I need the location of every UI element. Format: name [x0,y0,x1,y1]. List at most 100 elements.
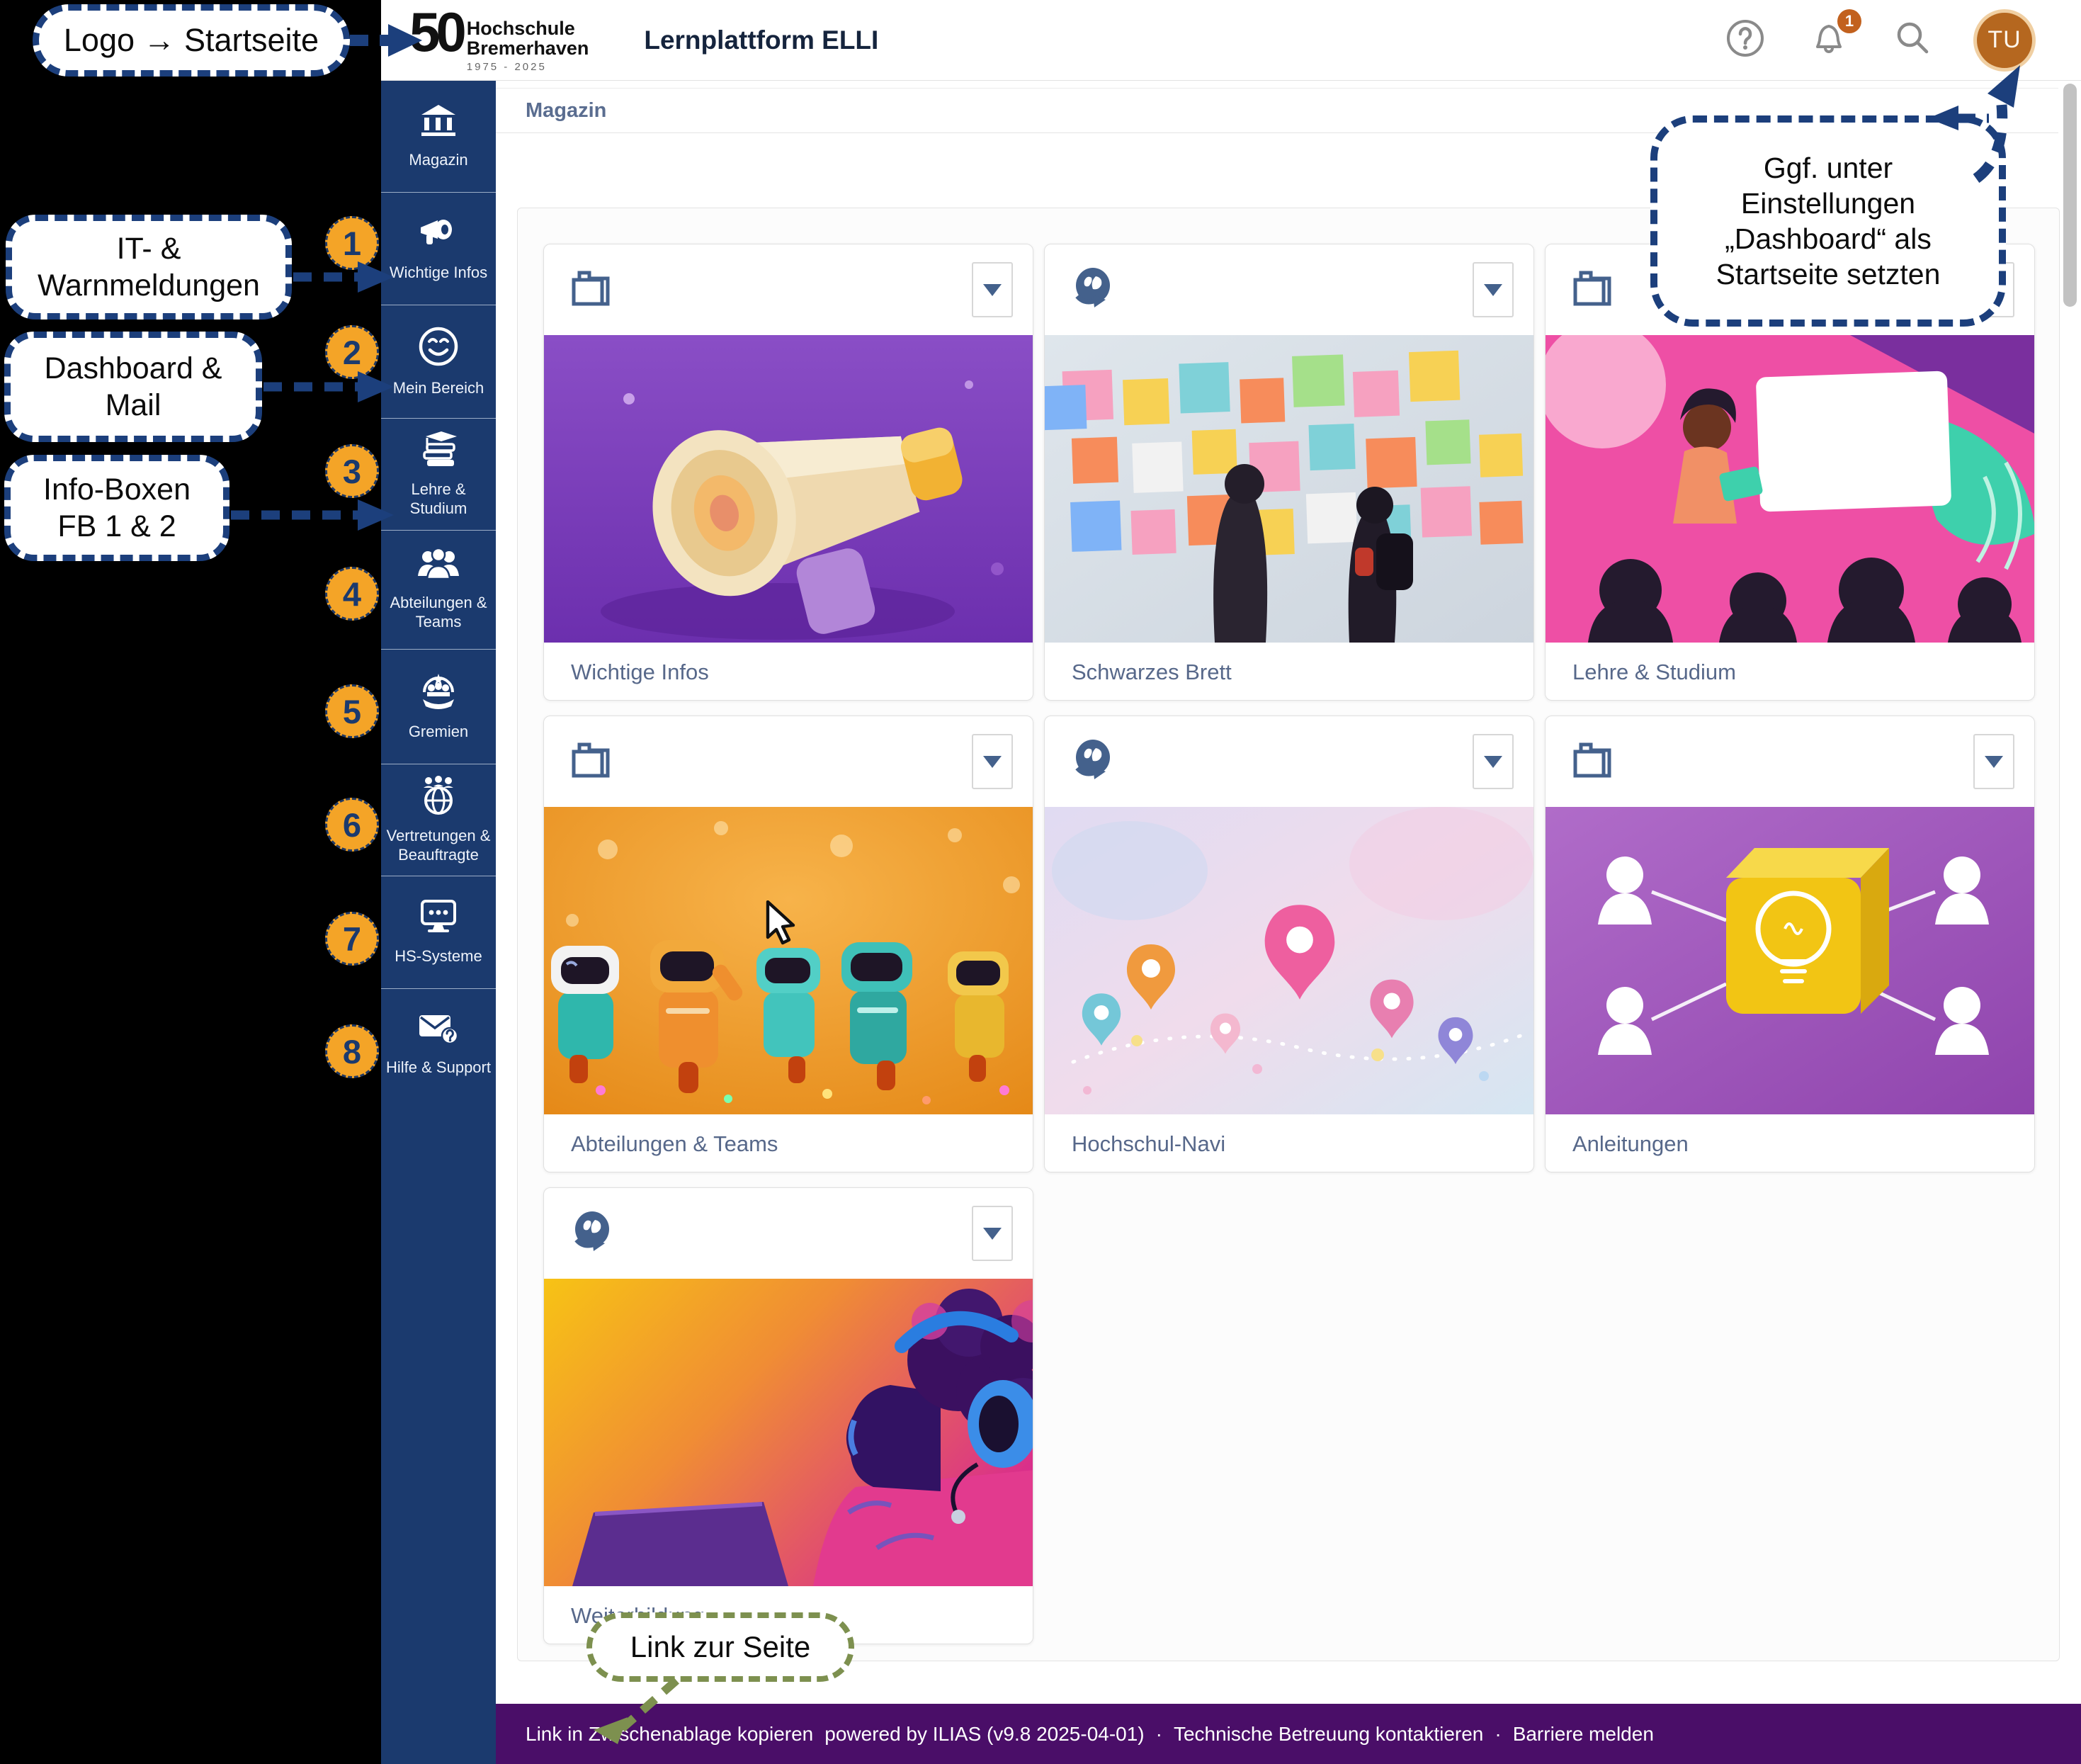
mail-question-icon [416,1011,460,1050]
committee-in-hand-icon [417,672,460,714]
chevron-down-icon [1985,756,2003,768]
hochschule-logo[interactable]: 50 Hochschule Bremerhaven 1975 - 2025 [409,7,589,74]
repository-panel: Wichtige Infos [517,208,2060,1661]
footer-barrier-link[interactable]: Barriere melden [1513,1723,1654,1746]
card-image-megaphone [544,335,1033,643]
footer-bar: Link in Zwischenablage kopieren powered … [496,1704,2081,1764]
card-image-map-pins [1045,807,1533,1114]
card-title[interactable]: Schwarzes Brett [1045,643,1533,701]
logo-text: Hochschule Bremerhaven 1975 - 2025 [467,18,589,74]
chevron-down-icon [1484,756,1502,768]
sidebar-item-vertretungen-beauftragte[interactable]: Vertretungen &Beauftragte [381,764,496,876]
chevron-down-icon [1484,284,1502,296]
notifications-button[interactable]: 1 [1806,18,1852,63]
sidebar: Magazin Wichtige Infos Mein Bereich Lehr… [381,81,496,1764]
number-badge-1: 1 [325,216,379,270]
annotation-info-boxen: Info-Boxen FB 1 & 2 [4,455,229,561]
card-actions-dropdown[interactable] [972,262,1013,317]
help-button[interactable] [1723,18,1768,63]
number-badge-5: 5 [325,684,379,738]
annotation-it-warnmeldungen: IT- & Warnmeldungen [6,215,292,320]
sidebar-item-hilfe-support[interactable]: Hilfe & Support [381,989,496,1099]
card-title[interactable]: Lehre & Studium [1546,643,2034,701]
card-image-headphones-person [544,1279,1033,1586]
card-wichtige-infos[interactable]: Wichtige Infos [543,244,1033,701]
sidebar-item-mein-bereich[interactable]: Mein Bereich [381,305,496,419]
card-image-lightbulb-cube [1546,807,2034,1114]
folder-icon [1572,270,1614,310]
megaphone-icon [416,215,460,255]
sidebar-item-label: Gremien [409,723,468,742]
weblink-icon [571,1211,612,1256]
sidebar-item-label: HS-Systeme [395,947,482,966]
card-actions-dropdown[interactable] [1473,262,1514,317]
card-actions-dropdown[interactable] [972,1206,1013,1261]
card-grid: Wichtige Infos [543,244,2035,1644]
card-image-lecture [1546,335,2034,643]
card-title[interactable]: Anleitungen [1546,1114,2034,1172]
card-title[interactable]: Wichtige Infos [544,643,1033,701]
sidebar-item-hs-systeme[interactable]: HS-Systeme [381,876,496,989]
card-weiterbildung[interactable]: Weiterbildung [543,1187,1033,1644]
sidebar-item-label: Mein Bereich [393,379,484,398]
card-image-robots [544,807,1033,1114]
card-actions-dropdown[interactable] [972,734,1013,789]
card-schwarzes-brett[interactable]: Schwarzes Brett [1044,244,1534,701]
help-icon [1725,18,1766,62]
number-badge-3: 3 [325,444,379,498]
footer-separator: · [1495,1723,1501,1746]
sidebar-item-gremien[interactable]: Gremien [381,650,496,764]
bank-building-icon [419,103,458,142]
number-badge-8: 8 [325,1024,379,1078]
annotation-logo-startseite: Logo → Startseite [33,4,350,77]
footer-copy-link[interactable]: Link in Zwischenablage kopieren [526,1723,813,1746]
search-icon [1892,18,1933,62]
page-title: Lernplattform ELLI [644,26,878,55]
sidebar-item-abteilungen-teams[interactable]: Abteilungen &Teams [381,531,496,650]
chevron-down-icon [983,1228,1002,1240]
folder-icon [571,742,612,782]
card-image-sticky-notes [1045,335,1533,643]
logo-name-line1: Hochschule [467,18,589,38]
card-title[interactable]: Hochschul-Navi [1045,1114,1533,1172]
logo-50: 50 [409,7,463,57]
sidebar-item-label: Magazin [409,151,467,170]
sidebar-item-magazin[interactable]: Magazin [381,81,496,193]
books-graduation-cap-icon [417,430,460,472]
avatar[interactable]: TU [1973,9,2036,72]
scrollbar-track [2060,81,2081,1704]
annotation-dashboard-mail: Dashboard & Mail [4,332,262,442]
logo-years: 1975 - 2025 [467,61,589,73]
sidebar-item-label: Abteilungen &Teams [390,594,487,632]
app-canvas: 50 Hochschule Bremerhaven 1975 - 2025 Le… [0,0,2081,1764]
footer-separator: · [1156,1723,1162,1746]
monitor-password-icon [416,898,460,939]
footer-powered-by: powered by ILIAS (v9.8 2025-04-01) [824,1723,1144,1746]
weblink-icon [1072,740,1113,784]
sidebar-item-label: Hilfe & Support [386,1058,491,1078]
number-badge-2: 2 [325,325,379,379]
sidebar-item-lehre-studium[interactable]: Lehre & Studium [381,419,496,531]
card-header [1546,716,2034,807]
card-abteilungen-teams[interactable]: Abteilungen & Teams [543,716,1033,1172]
logo-name-line2: Bremerhaven [467,38,589,58]
chevron-down-icon [983,756,1002,768]
notification-count-badge: 1 [1837,9,1861,33]
sidebar-item-wichtige-infos[interactable]: Wichtige Infos [381,193,496,305]
card-anleitungen[interactable]: Anleitungen [1545,716,2035,1172]
card-hochschul-navi[interactable]: Hochschul-Navi [1044,716,1534,1172]
weblink-icon [1072,268,1113,312]
annotation-link-zur-seite: Link zur Seite [586,1612,854,1682]
footer-support-link[interactable]: Technische Betreuung kontaktieren [1174,1723,1483,1746]
top-bar: 50 Hochschule Bremerhaven 1975 - 2025 Le… [381,0,2081,81]
annotation-dashboard-startseite: Ggf. unter Einstellungen „Dashboard“ als… [1650,115,2006,327]
card-actions-dropdown[interactable] [1973,734,2014,789]
card-header [1045,716,1533,807]
card-title[interactable]: Abteilungen & Teams [544,1114,1033,1172]
search-button[interactable] [1890,18,1935,63]
smiley-icon [418,326,459,371]
sidebar-item-label: Wichtige Infos [390,264,487,283]
card-actions-dropdown[interactable] [1473,734,1514,789]
breadcrumb-magazin[interactable]: Magazin [526,99,606,123]
scrollbar-thumb[interactable] [2063,84,2077,307]
